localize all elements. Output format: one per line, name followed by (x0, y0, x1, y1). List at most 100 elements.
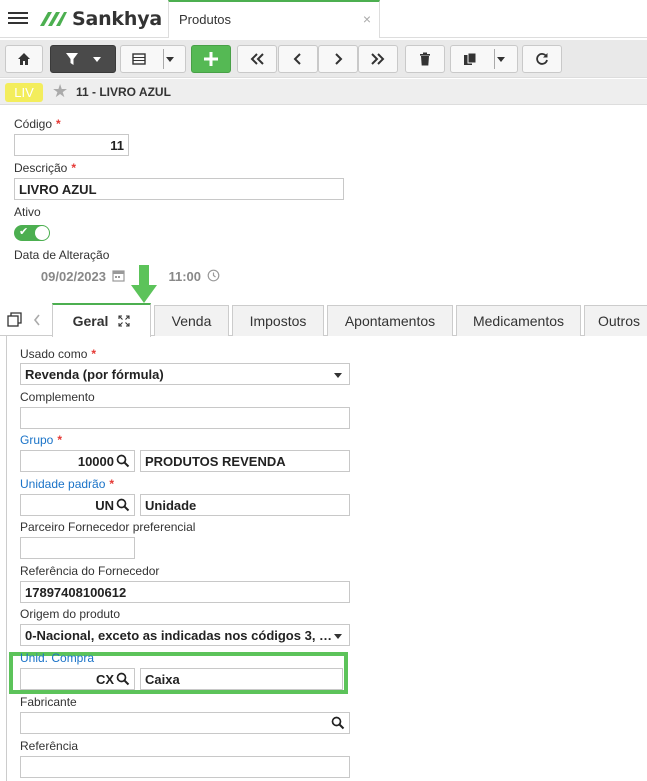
unid-compra-code-value: CX (95, 672, 114, 687)
unid-compra-desc-field: Caixa (140, 668, 343, 690)
tab-medicamentos[interactable]: Medicamentos (456, 305, 581, 336)
referencia-fornecedor-field[interactable]: 17897408100612 (20, 581, 350, 603)
tab-geral-label: Geral (72, 313, 109, 329)
ativo-label: Ativo (14, 205, 41, 219)
chevron-left-icon[interactable] (32, 313, 42, 327)
data-alteracao-field: 09/02/2023 (14, 266, 110, 288)
parceiro-field[interactable] (20, 537, 135, 559)
chevron-down-icon (166, 56, 174, 62)
tab-venda[interactable]: Venda (154, 305, 229, 336)
search-icon[interactable] (116, 498, 130, 512)
usado-como-label: Usado como * (20, 347, 96, 361)
grupo-label[interactable]: Grupo * (20, 433, 62, 447)
referencia-label: Referência (20, 739, 79, 753)
search-icon[interactable] (116, 454, 130, 468)
record-badge: LIV (5, 83, 43, 102)
required-mark: * (56, 117, 61, 131)
unidade-padrao-desc-field: Unidade (140, 494, 350, 516)
logo-text: Sankhya (72, 8, 163, 30)
tab-produtos-label: Produtos (179, 12, 232, 27)
sankhya-logo[interactable]: Sankhya (38, 6, 162, 32)
star-icon[interactable]: ★ (52, 81, 68, 102)
expand-icon[interactable] (118, 315, 130, 327)
plus-icon (204, 52, 218, 66)
toolbar (0, 40, 647, 78)
chevron-down-icon (93, 56, 101, 62)
chevron-down-icon (334, 634, 342, 639)
codigo-field[interactable]: 11 (14, 134, 129, 156)
referencia-field[interactable] (20, 756, 350, 778)
filter-icon (66, 53, 78, 65)
required-mark: * (71, 161, 77, 175)
chevron-left-icon (293, 53, 301, 65)
copy-icon (464, 52, 477, 65)
close-tab-icon[interactable]: × (363, 11, 371, 27)
tab-outros[interactable]: Outros (584, 305, 647, 336)
check-icon: ✔ (19, 226, 29, 238)
grupo-code-field[interactable]: 10000 (20, 450, 135, 472)
window-icon[interactable] (7, 312, 23, 328)
unid-compra-label[interactable]: Unid. Compra (20, 651, 94, 665)
filter-button[interactable] (50, 45, 116, 73)
unid-compra-code-field[interactable]: CX (20, 668, 135, 690)
fabricante-field[interactable] (20, 712, 350, 734)
double-chevron-right-icon (371, 53, 385, 65)
required-mark: * (109, 477, 115, 491)
complemento-label: Complemento (20, 390, 95, 404)
grupo-desc-field: PRODUTOS REVENDA (140, 450, 350, 472)
refresh-button[interactable] (522, 45, 562, 73)
chevron-down-icon (334, 373, 342, 378)
descricao-field[interactable]: LIVRO AZUL (14, 178, 344, 200)
copy-button[interactable] (450, 45, 518, 73)
toggle-knob (35, 226, 49, 240)
origem-label: Origem do produto (20, 607, 121, 621)
usado-como-value: Revenda (por fórmula) (25, 367, 164, 382)
tab-impostos[interactable]: Impostos (232, 305, 324, 336)
chevron-right-icon (335, 53, 343, 65)
unidade-padrao-code-value: UN (95, 498, 114, 513)
codigo-label-text: Código (14, 117, 53, 131)
grid-view-button[interactable] (120, 45, 186, 73)
hamburger-menu-icon[interactable] (8, 9, 28, 27)
delete-button[interactable] (405, 45, 445, 73)
clock-icon[interactable] (207, 269, 220, 282)
annotation-arrow-icon (131, 265, 157, 303)
usado-como-label-text: Usado como (20, 347, 88, 361)
ativo-toggle[interactable]: ✔ (14, 225, 50, 241)
last-record-button[interactable] (358, 45, 398, 73)
unidade-padrao-code-field[interactable]: UN (20, 494, 135, 516)
previous-record-button[interactable] (278, 45, 318, 73)
tab-apontamentos[interactable]: Apontamentos (327, 305, 453, 336)
referencia-fornecedor-label: Referência do Fornecedor (20, 564, 160, 578)
complemento-field[interactable] (20, 407, 350, 429)
search-icon[interactable] (331, 716, 345, 730)
form-tabs: Geral Venda Impostos Apontamentos Medica… (0, 303, 647, 337)
divider (163, 49, 164, 69)
search-icon[interactable] (116, 672, 130, 686)
record-header: LIV ★ 11 - LIVRO AZUL (0, 79, 647, 105)
origem-select[interactable]: 0-Nacional, exceto as indicadas nos códi… (20, 624, 350, 646)
parceiro-label: Parceiro Fornecedor preferencial (20, 520, 196, 534)
next-record-button[interactable] (318, 45, 358, 73)
codigo-label: Código * (14, 117, 61, 131)
home-button[interactable] (5, 45, 43, 73)
unidade-padrao-label[interactable]: Unidade padrão * (20, 477, 114, 491)
unidade-padrao-label-text: Unidade padrão (20, 477, 106, 491)
usado-como-select[interactable]: Revenda (por fórmula) (20, 363, 350, 385)
trash-icon (420, 52, 430, 66)
descricao-label-text: Descrição (14, 161, 68, 175)
home-icon (18, 53, 30, 65)
required-mark: * (57, 433, 63, 447)
data-alteracao-label: Data de Alteração (14, 248, 110, 262)
tab-geral[interactable]: Geral (52, 303, 151, 337)
first-record-button[interactable] (237, 45, 277, 73)
refresh-icon (536, 53, 548, 65)
top-bar: Sankhya Produtos × (0, 0, 647, 38)
tab-produtos[interactable]: Produtos × (168, 0, 380, 38)
grid-icon (132, 53, 146, 65)
descricao-label: Descrição * (14, 161, 76, 175)
calendar-icon[interactable] (112, 269, 125, 282)
record-title: 11 - LIVRO AZUL (76, 85, 171, 99)
chevron-down-icon (497, 56, 505, 62)
add-button[interactable] (191, 45, 231, 73)
